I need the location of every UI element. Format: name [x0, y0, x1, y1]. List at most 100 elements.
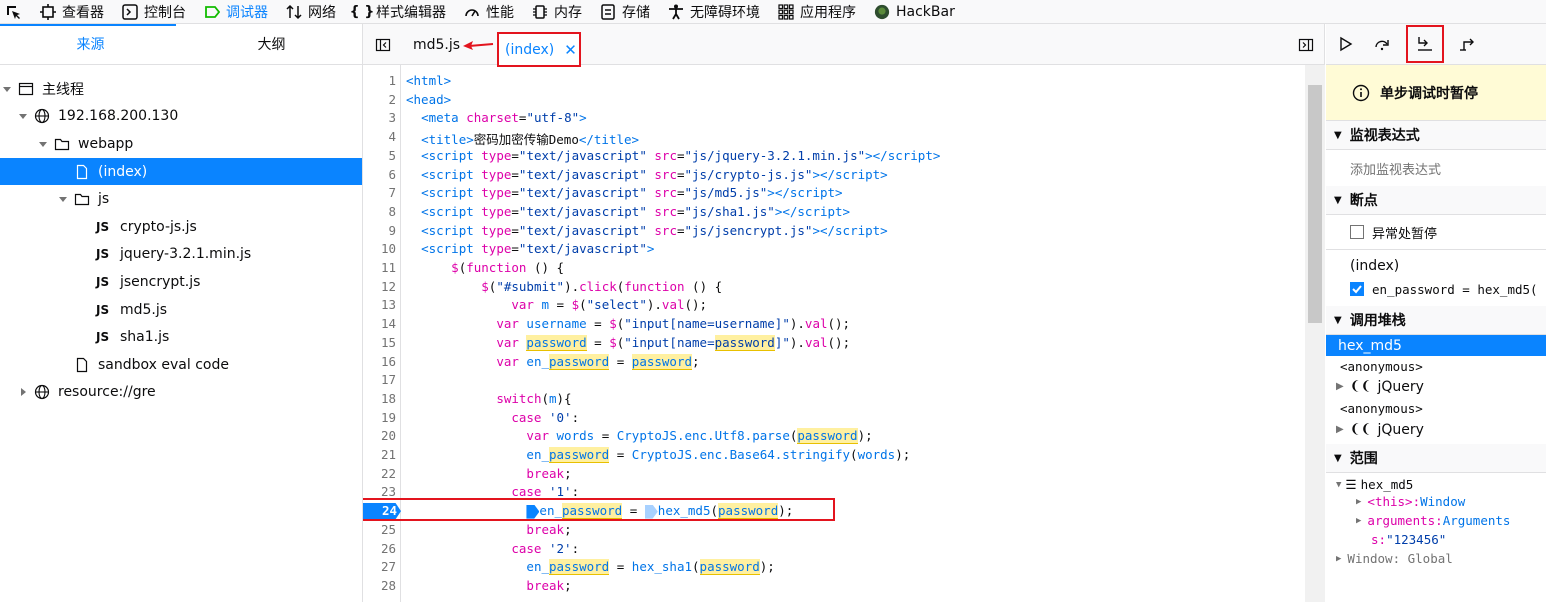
code-line: <script type="text/javascript" src="js/c… — [421, 166, 888, 182]
line-number: 28 — [380, 577, 396, 593]
line-number: 26 — [380, 540, 396, 556]
tree-item-resource[interactable]: resource://gre — [0, 379, 362, 407]
application-icon — [778, 3, 794, 20]
toggle-right-panel-button[interactable] — [1297, 24, 1315, 65]
tab-sources[interactable]: 来源 — [0, 24, 181, 64]
tree-item-webapp[interactable]: webapp — [0, 130, 362, 158]
tree-item-label: sha1.js — [120, 329, 170, 346]
tab-style-editor[interactable]: { } 样式编辑器 — [346, 0, 456, 24]
pause-on-exceptions-checkbox[interactable] — [1350, 225, 1364, 239]
tree-item-sha1[interactable]: JS sha1.js — [0, 323, 362, 351]
code-line: break; — [526, 465, 572, 481]
scopes-header[interactable]: ▼ 范围 — [1326, 444, 1546, 473]
tree-item-md5[interactable]: JS md5.js — [0, 296, 362, 324]
tab-application[interactable]: 应用程序 — [770, 0, 866, 24]
scrollbar-thumb[interactable] — [1308, 85, 1322, 323]
code-view[interactable]: 1 2 3 4 5 6 7 8 9 10 11 12 13 14 15 16 1… — [363, 65, 1325, 602]
scope-arguments[interactable]: ▶ arguments: Arguments — [1326, 511, 1546, 530]
editor-tab-index[interactable]: (index) ✕ — [497, 32, 581, 67]
tree-item-label: sandbox eval code — [98, 356, 229, 373]
collapsed-arrow-icon[interactable] — [16, 385, 30, 399]
call-stack-group[interactable]: ▶ ❨❨ jQuery — [1326, 419, 1546, 440]
step-out-button[interactable] — [1448, 24, 1486, 65]
scope-root[interactable]: ▼ ☰ hex_md5 — [1326, 473, 1546, 492]
js-file-icon: JS — [96, 330, 110, 345]
code-line: <meta charset="utf-8"> — [421, 110, 587, 126]
tab-network[interactable]: 网络 — [278, 0, 346, 24]
collapsed-arrow-icon: ▶ — [1356, 496, 1362, 507]
tab-performance[interactable]: 性能 — [456, 0, 524, 24]
tree-item-jquery[interactable]: JS jquery-3.2.1.min.js — [0, 241, 362, 269]
editor-tab-label: md5.js — [413, 36, 461, 53]
expanded-arrow-icon[interactable] — [56, 192, 70, 206]
tree-item-label: js — [98, 191, 110, 208]
tab-inspector-label: 查看器 — [62, 4, 104, 21]
expanded-arrow-icon: ▼ — [1334, 314, 1342, 326]
js-file-icon: JS — [96, 219, 110, 234]
element-picker-button[interactable] — [0, 0, 32, 24]
toggle-sidebar-button[interactable] — [373, 24, 393, 65]
code-line: var password = $("input[name=password]")… — [496, 334, 851, 351]
code-scrollbar[interactable] — [1305, 65, 1325, 602]
step-in-button[interactable] — [1406, 25, 1444, 63]
tab-storage[interactable]: 存储 — [592, 0, 660, 24]
watch-expressions-header[interactable]: ▼ 监视表达式 — [1326, 121, 1546, 150]
expanded-arrow-icon[interactable] — [0, 82, 14, 96]
tree-item-sandbox[interactable]: sandbox eval code — [0, 351, 362, 379]
line-number: 20 — [380, 428, 396, 444]
tree-item-crypto-js[interactable]: JS crypto-js.js — [0, 213, 362, 241]
tree-item-index[interactable]: (index) — [0, 157, 362, 186]
scope-value: "123456" — [1386, 532, 1447, 547]
code-line: var en_password = password; — [496, 353, 700, 370]
pause-message: 单步调试时暂停 — [1380, 85, 1478, 102]
scope-root-label: hex_md5 — [1360, 477, 1414, 492]
line-number: 17 — [380, 372, 396, 388]
tree-item-main-thread[interactable]: 主线程 — [0, 75, 362, 103]
scope-s[interactable]: s: "123456" — [1326, 530, 1546, 549]
tree-item-host[interactable]: 192.168.200.130 — [0, 103, 362, 131]
call-stack-frame[interactable]: <anonymous> — [1326, 397, 1546, 419]
tree-item-jsencrypt[interactable]: JS jsencrypt.js — [0, 268, 362, 296]
code-line: <html> — [406, 73, 452, 88]
call-stack-frame[interactable]: <anonymous> — [1326, 356, 1546, 376]
close-icon[interactable]: ✕ — [564, 41, 577, 59]
breakpoint-file: (index) — [1350, 258, 1400, 274]
call-stack-frame-selected[interactable]: hex_md5 — [1326, 335, 1546, 356]
expanded-arrow-icon[interactable] — [16, 109, 30, 123]
tab-hackbar[interactable]: HackBar — [866, 0, 965, 24]
tab-console[interactable]: 控制台 — [114, 0, 196, 24]
tree-item-js-folder[interactable]: js — [0, 185, 362, 213]
breakpoint-item[interactable]: en_password = hex_md5( — [1326, 276, 1546, 302]
line-number: 13 — [380, 297, 396, 313]
call-stack-group[interactable]: ▶ ❨❨ jQuery — [1326, 376, 1546, 397]
code-line: <head> — [406, 91, 452, 107]
file-icon — [74, 164, 90, 180]
resume-button[interactable] — [1326, 24, 1364, 65]
line-number: 3 — [388, 110, 396, 126]
breakpoint-checkbox[interactable] — [1350, 282, 1364, 296]
scope-icon: ☰ — [1345, 477, 1357, 492]
console-icon — [122, 3, 138, 20]
call-stack-group-label: jQuery — [1377, 378, 1424, 395]
tab-inspector[interactable]: 查看器 — [32, 0, 114, 24]
tab-debugger[interactable]: 调试器 — [196, 0, 278, 24]
pause-on-exceptions-row[interactable]: 异常处暂停 — [1326, 215, 1546, 249]
js-file-icon: JS — [96, 247, 110, 262]
tab-outline[interactable]: 大纲 — [181, 24, 362, 64]
watch-expression-input[interactable]: 添加监视表达式 — [1326, 150, 1546, 186]
folder-icon — [74, 191, 90, 207]
code-line: en_password = CryptoJS.enc.Base64.string… — [526, 447, 911, 463]
scope-window[interactable]: ▶ Window: Global — [1326, 549, 1546, 568]
step-over-button[interactable] — [1364, 24, 1402, 65]
line-number: 7 — [388, 185, 396, 201]
editor-tab-md5[interactable]: md5.js — [413, 24, 460, 65]
call-stack-header[interactable]: ▼ 调用堆栈 — [1326, 306, 1546, 335]
editor-pane: md5.js (index) ✕ 1 2 3 4 5 6 7 8 9 10 11… — [363, 24, 1325, 602]
expanded-arrow-icon[interactable] — [36, 137, 50, 151]
breakpoints-header[interactable]: ▼ 断点 — [1326, 186, 1546, 215]
tab-accessibility[interactable]: 无障碍环境 — [660, 0, 770, 24]
tab-accessibility-label: 无障碍环境 — [690, 4, 760, 21]
scope-this[interactable]: ▶ <this>: Window — [1326, 492, 1546, 511]
line-gutter[interactable]: 1 2 3 4 5 6 7 8 9 10 11 12 13 14 15 16 1… — [363, 65, 401, 602]
tab-memory[interactable]: 内存 — [524, 0, 592, 24]
